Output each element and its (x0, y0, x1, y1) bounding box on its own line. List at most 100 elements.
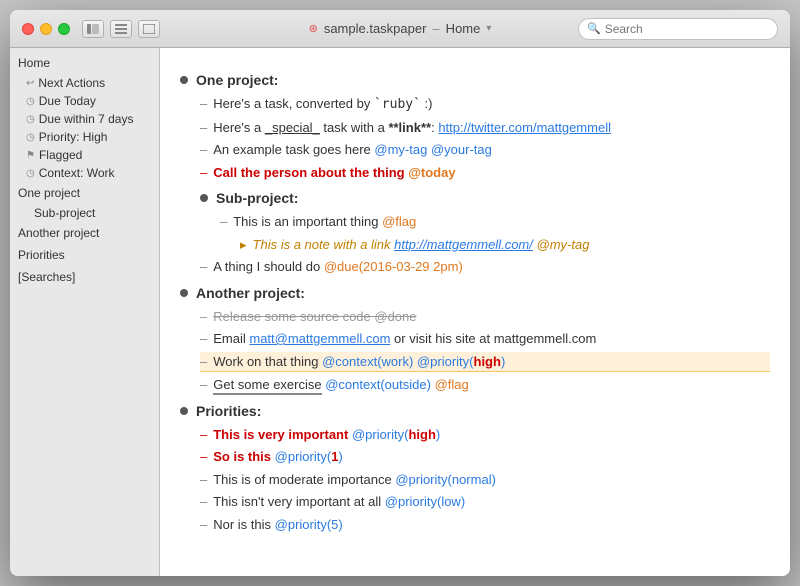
task-dash: – (200, 257, 207, 277)
task-dash: – (200, 375, 207, 395)
maximize-button[interactable] (58, 23, 70, 35)
another-project-heading: Another project: (180, 285, 770, 301)
task-text: Here's a _special_ task with a **link**:… (213, 118, 770, 138)
mattgemmell-link[interactable]: http://mattgemmell.com/ (394, 237, 533, 252)
priority-1-tag: @priority(1) (275, 449, 343, 464)
window-subtitle: Home (446, 21, 481, 36)
task-dash: – (200, 352, 207, 372)
sidebar-context-work-label: Context: Work (39, 166, 115, 180)
titlebar-title-area: ⊛ sample.taskpaper – Home ▾ (309, 21, 492, 36)
search-icon: 🔍 (587, 22, 601, 35)
priorities-heading: Priorities: (180, 403, 770, 419)
task-text: This is a note with a link http://mattge… (253, 235, 770, 255)
twitter-link[interactable]: http://twitter.com/mattgemmell (438, 120, 611, 135)
main-content: Home ↩ Next Actions ◷ Due Today ◷ Due wi… (10, 48, 790, 576)
task-item-very-important: – This is very important @priority(high) (200, 425, 770, 445)
sidebar-item-due-7days[interactable]: ◷ Due within 7 days (10, 110, 159, 128)
priority-high-tag-2: @priority(high) (352, 427, 440, 442)
task-item-partial: – Nor is this @priority(5) (200, 515, 770, 535)
sidebar-item-due-today[interactable]: ◷ Due Today (10, 92, 159, 110)
task-note: ▸ This is a note with a link http://matt… (240, 235, 770, 255)
task-dash: – (200, 470, 207, 490)
due-7days-icon: ◷ (26, 114, 35, 125)
list-view-button[interactable] (110, 20, 132, 38)
one-project-heading: One project: (180, 72, 770, 88)
priority-normal-tag: @priority(normal) (395, 472, 496, 487)
task-text: Email matt@mattgemmell.com or visit his … (213, 329, 770, 349)
task-item-important: – Call the person about the thing @today (200, 163, 770, 183)
task-dash: – (200, 118, 207, 138)
sidebar-sub-project[interactable]: Sub-project (10, 204, 159, 222)
sidebar-searches[interactable]: [Searches] (10, 266, 159, 288)
close-button[interactable] (22, 23, 34, 35)
today-tag: @today (408, 165, 455, 180)
sub-project-heading: Sub-project: (200, 190, 770, 206)
sidebar-home-label[interactable]: Home (10, 52, 159, 74)
task-text: This is an important thing @flag (233, 212, 770, 232)
titlebar-controls (82, 20, 160, 38)
priority-high-icon: ◷ (26, 132, 35, 143)
chevron-icon: ▾ (486, 23, 491, 34)
task-text: Call the person about the thing @today (213, 163, 770, 183)
task-dash: – (200, 163, 207, 183)
content-area: One project: – Here's a task, converted … (160, 48, 790, 576)
task-item: – A thing I should do @due(2016-03-29 2p… (200, 257, 770, 277)
card-view-button[interactable] (138, 20, 160, 38)
sidebar-another-project[interactable]: Another project (10, 222, 159, 244)
task-item-so-is-this: – So is this @priority(1) (200, 447, 770, 467)
task-dash: – (200, 329, 207, 349)
window-title: sample.taskpaper (324, 21, 427, 36)
task-item: – Here's a task, converted by `ruby` :) (200, 94, 770, 115)
task-text: This is of moderate importance @priority… (213, 470, 770, 490)
task-item-moderate: – This is of moderate importance @priori… (200, 470, 770, 490)
sidebar-due-today-label: Due Today (39, 94, 96, 108)
due-today-icon: ◷ (26, 96, 35, 107)
sidebar-flagged-label: Flagged (39, 148, 82, 162)
task-text: Work on that thing @context(work) @prior… (213, 352, 770, 372)
email-link[interactable]: matt@mattgemmell.com (249, 331, 390, 346)
priority-5-tag: @priority(5) (275, 517, 343, 532)
flag-tag-2: @flag (435, 377, 469, 392)
my-tag-note: @my-tag (537, 237, 590, 252)
sidebar-item-flagged[interactable]: ⚑ Flagged (10, 146, 159, 164)
file-icon: ⊛ (309, 22, 318, 35)
task-dash: – (200, 307, 207, 327)
task-dash: – (220, 212, 227, 232)
sidebar-toggle-button[interactable] (82, 20, 104, 38)
task-dash: – (200, 492, 207, 512)
task-item: – An example task goes here @my-tag @you… (200, 140, 770, 160)
task-item: – Here's a _special_ task with a **link*… (200, 118, 770, 138)
priority-high-tag: @priority(high) (417, 354, 505, 369)
minimize-button[interactable] (40, 23, 52, 35)
your-tag: @your-tag (431, 142, 492, 157)
sidebar-one-project[interactable]: One project (10, 182, 159, 204)
traffic-lights (22, 23, 70, 35)
sidebar-priority-high-label: Priority: High (39, 130, 108, 144)
sidebar-due-7days-label: Due within 7 days (39, 112, 134, 126)
task-dash: – (200, 515, 207, 535)
priority-low-tag: @priority(low) (385, 494, 465, 509)
flag-tag: @flag (382, 214, 416, 229)
task-item-exercise: – Get some exercise @context(outside) @f… (200, 375, 770, 395)
sidebar-priorities[interactable]: Priorities (10, 244, 159, 266)
task-item-work: – Work on that thing @context(work) @pri… (200, 352, 770, 373)
context-outside-tag: @context(outside) (325, 377, 431, 392)
search-input[interactable] (605, 22, 769, 36)
sidebar-item-priority-high[interactable]: ◷ Priority: High (10, 128, 159, 146)
task-dash: – (200, 425, 207, 445)
my-tag: @my-tag (374, 142, 427, 157)
title-separator: – (432, 21, 439, 36)
task-dash: – (200, 140, 207, 160)
task-item-not-important: – This isn't very important at all @prio… (200, 492, 770, 512)
task-text: Release some source code @done (213, 307, 770, 327)
sidebar-item-context-work[interactable]: ◷ Context: Work (10, 164, 159, 182)
task-dash: – (200, 447, 207, 467)
task-item-done: – Release some source code @done (200, 307, 770, 327)
task-text: This is very important @priority(high) (213, 425, 770, 445)
task-dash: ▸ (240, 235, 247, 255)
search-bar[interactable]: 🔍 (578, 18, 778, 40)
sidebar-item-next-actions[interactable]: ↩ Next Actions (10, 74, 159, 92)
task-dash: – (200, 94, 207, 114)
due-tag: @due(2016-03-29 2pm) (324, 259, 463, 274)
next-actions-icon: ↩ (26, 78, 34, 89)
